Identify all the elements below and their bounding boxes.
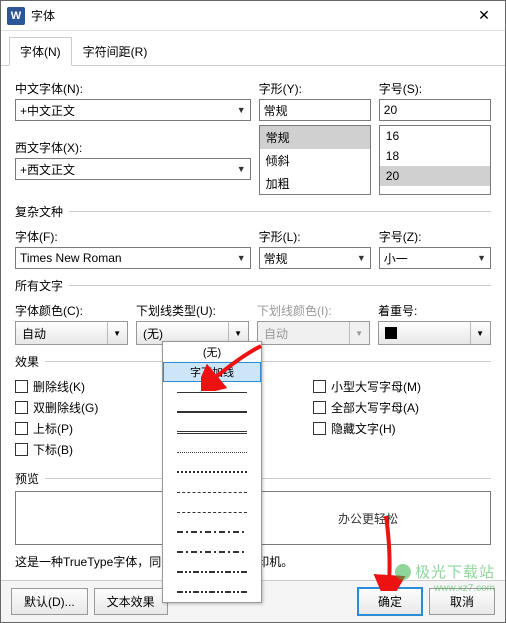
app-icon: W bbox=[7, 7, 25, 25]
chevron-down-icon: ▼ bbox=[470, 322, 484, 344]
font-color-label: 字体颜色(C): bbox=[15, 302, 128, 319]
dropdown-item-dotted-light[interactable] bbox=[163, 442, 261, 462]
list-item[interactable]: 16 bbox=[380, 126, 490, 146]
list-item[interactable]: 常规 bbox=[260, 126, 370, 149]
checkbox-icon bbox=[313, 401, 326, 414]
list-item[interactable]: 18 bbox=[380, 146, 490, 166]
chevron-down-icon: ▼ bbox=[237, 164, 246, 174]
window-title: 字体 bbox=[31, 7, 469, 24]
underline-type-value: (无) bbox=[143, 325, 163, 342]
chevron-down-icon: ▼ bbox=[477, 253, 486, 263]
checkbox-label: 上标(P) bbox=[33, 420, 73, 437]
cn-font-value: +中文正文 bbox=[20, 102, 75, 119]
size-value: 20 bbox=[384, 103, 397, 117]
size-label: 字号(S): bbox=[379, 80, 491, 97]
checkbox-label: 双删除线(G) bbox=[33, 399, 98, 416]
tab-char-spacing[interactable]: 字符间距(R) bbox=[72, 37, 159, 66]
tab-font[interactable]: 字体(N) bbox=[9, 37, 72, 66]
chevron-down-icon: ▼ bbox=[349, 322, 363, 344]
complex-style-combo[interactable]: 常规 ▼ bbox=[259, 247, 371, 269]
watermark-url: www.xz7.com bbox=[434, 583, 495, 594]
list-item[interactable]: 倾斜 bbox=[260, 149, 370, 172]
complex-size-value: 小一 bbox=[384, 250, 408, 267]
underline-type-label: 下划线类型(U): bbox=[136, 302, 249, 319]
western-font-label: 西文字体(X): bbox=[15, 139, 251, 156]
cn-font-label: 中文字体(N): bbox=[15, 80, 251, 97]
complex-style-value: 常规 bbox=[264, 250, 288, 267]
dropdown-item-dash-dot[interactable] bbox=[163, 522, 261, 542]
dropdown-item-dashed-wide[interactable] bbox=[163, 502, 261, 522]
dropdown-item-solid[interactable] bbox=[163, 382, 261, 402]
checkbox-label: 全部大写字母(A) bbox=[331, 399, 419, 416]
dropdown-item-dash-dot-dot[interactable] bbox=[163, 562, 261, 582]
complex-size-combo[interactable]: 小一 ▼ bbox=[379, 247, 491, 269]
underline-color-combo: 自动 ▼ bbox=[257, 321, 370, 345]
western-font-value: +西文正文 bbox=[20, 161, 75, 178]
checkbox-icon bbox=[15, 422, 28, 435]
section-title: 复杂文种 bbox=[15, 203, 63, 220]
checkbox-icon bbox=[15, 401, 28, 414]
size-textbox[interactable]: 20 bbox=[379, 99, 491, 121]
preview-text: 办公更轻松 bbox=[338, 510, 398, 527]
section-complex: 复杂文种 bbox=[15, 203, 491, 220]
style-label: 字形(Y): bbox=[259, 80, 371, 97]
font-color-combo[interactable]: 自动 ▼ bbox=[15, 321, 128, 345]
checkbox-hidden[interactable]: 隐藏文字(H) bbox=[313, 420, 491, 437]
dropdown-item-dash-dot-dot2[interactable] bbox=[163, 582, 261, 602]
emphasis-label: 着重号: bbox=[378, 302, 491, 319]
checkbox-label: 隐藏文字(H) bbox=[331, 420, 396, 437]
chevron-down-icon: ▼ bbox=[357, 253, 366, 263]
titlebar: W 字体 ✕ bbox=[1, 1, 505, 31]
section-title: 效果 bbox=[15, 353, 39, 370]
western-font-combo[interactable]: +西文正文 ▼ bbox=[15, 158, 251, 180]
dropdown-item-dashed[interactable] bbox=[163, 482, 261, 502]
ok-button[interactable]: 确定 bbox=[357, 587, 423, 616]
section-title: 所有文字 bbox=[15, 277, 63, 294]
complex-font-combo[interactable]: Times New Roman ▼ bbox=[15, 247, 251, 269]
size-listbox[interactable]: 16 18 20 bbox=[379, 125, 491, 195]
checkbox-label: 删除线(K) bbox=[33, 378, 85, 395]
checkbox-icon bbox=[15, 443, 28, 456]
emphasis-combo[interactable]: ▼ bbox=[378, 321, 491, 345]
cn-font-combo[interactable]: +中文正文 ▼ bbox=[15, 99, 251, 121]
complex-style-label: 字形(L): bbox=[259, 228, 371, 245]
list-item[interactable]: 加粗 bbox=[260, 172, 370, 195]
underline-color-label: 下划线颜色(I): bbox=[257, 302, 370, 319]
chevron-down-icon: ▼ bbox=[237, 253, 246, 263]
dropdown-item-thick[interactable] bbox=[163, 402, 261, 422]
chevron-down-icon: ▼ bbox=[237, 105, 246, 115]
style-value: 常规 bbox=[264, 102, 288, 119]
complex-font-label: 字体(F): bbox=[15, 228, 251, 245]
style-listbox[interactable]: 常规 倾斜 加粗 bbox=[259, 125, 371, 195]
font-color-value: 自动 bbox=[22, 325, 46, 342]
color-swatch bbox=[385, 327, 397, 339]
underline-dropdown[interactable]: (无) 字下加线 bbox=[162, 341, 262, 603]
list-item[interactable]: 20 bbox=[380, 166, 490, 186]
tab-bar: 字体(N) 字符间距(R) bbox=[1, 31, 505, 66]
style-textbox[interactable]: 常规 bbox=[259, 99, 371, 121]
checkbox-smallcaps[interactable]: 小型大写字母(M) bbox=[313, 378, 491, 395]
text-effects-button[interactable]: 文本效果 bbox=[94, 588, 168, 615]
dropdown-item-word-only[interactable]: 字下加线 bbox=[163, 362, 261, 382]
checkbox-icon bbox=[313, 422, 326, 435]
dropdown-item-dotted[interactable] bbox=[163, 462, 261, 482]
checkbox-label: 小型大写字母(M) bbox=[331, 378, 421, 395]
checkbox-allcaps[interactable]: 全部大写字母(A) bbox=[313, 399, 491, 416]
dropdown-item-dash-dot2[interactable] bbox=[163, 542, 261, 562]
dropdown-item-double[interactable] bbox=[163, 422, 261, 442]
complex-font-value: Times New Roman bbox=[20, 251, 122, 265]
underline-color-value: 自动 bbox=[264, 325, 288, 342]
checkbox-icon bbox=[15, 380, 28, 393]
default-button[interactable]: 默认(D)... bbox=[11, 588, 88, 615]
checkbox-label: 下标(B) bbox=[33, 441, 73, 458]
close-button[interactable]: ✕ bbox=[469, 1, 499, 31]
chevron-down-icon: ▼ bbox=[107, 322, 121, 344]
checkbox-icon bbox=[313, 380, 326, 393]
section-title: 预览 bbox=[15, 470, 39, 487]
section-allchar: 所有文字 bbox=[15, 277, 491, 294]
complex-size-label: 字号(Z): bbox=[379, 228, 491, 245]
dropdown-item-none[interactable]: (无) bbox=[163, 342, 261, 362]
